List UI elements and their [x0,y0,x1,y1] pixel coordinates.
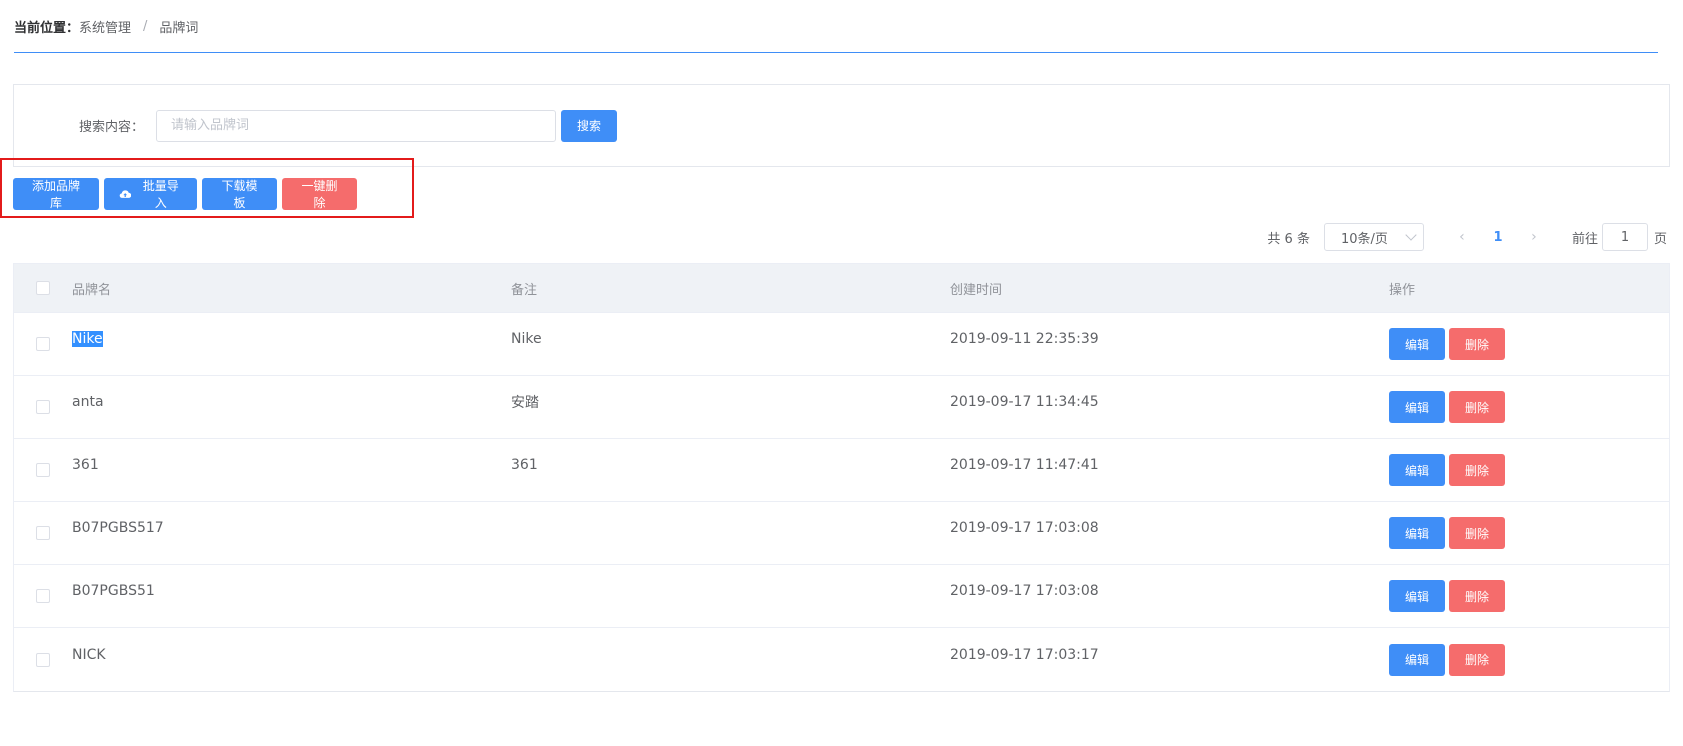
row-actions: 编辑 删除 [1389,517,1505,549]
header-created-time: 创建时间 [950,282,1003,298]
row-checkbox[interactable] [36,337,50,351]
row-checkbox[interactable] [36,400,50,414]
page-size-select[interactable]: 10条/页 [1323,223,1424,251]
created-time-cell: 2019-09-11 22:35:39 [950,331,1099,347]
delete-button[interactable]: 删除 [1449,454,1505,486]
page-number-1[interactable]: 1 [1478,223,1518,251]
created-time-cell: 2019-09-17 17:03:17 [950,646,1099,663]
prev-page-button[interactable]: ‹ [1446,223,1478,251]
edit-button[interactable]: 编辑 [1389,328,1445,360]
add-brand-button[interactable]: 添加品牌库 [13,178,99,210]
header-operations: 操作 [1389,282,1416,298]
page-size-value: 10条/页 [1340,231,1388,247]
search-label: 搜索内容： [78,120,144,135]
brand-name-cell: NICK [72,646,106,663]
delete-button[interactable]: 删除 [1449,643,1505,676]
header-brand-name: 品牌名 [72,282,112,298]
header-remark: 备注 [511,282,538,298]
breadcrumb-label: 当前位置： [14,20,80,36]
batch-import-label: 批量导入 [142,179,179,210]
row-actions: 编辑 删除 [1389,328,1505,360]
brand-name-cell: 361 [72,457,99,473]
remark-cell: 361 [511,457,538,473]
toolbar: 添加品牌库 批量导入 下载模板 一键删除 [13,178,357,210]
row-actions: 编辑 删除 [1389,391,1505,423]
delete-all-button[interactable]: 一键删除 [282,178,357,210]
brand-name-cell: Nike [72,331,103,347]
delete-button[interactable]: 删除 [1449,328,1505,360]
edit-button[interactable]: 编辑 [1389,580,1445,612]
pagination-total: 共 6 条 [1267,231,1310,247]
created-time-cell: 2019-09-17 17:03:08 [950,520,1099,536]
created-time-cell: 2019-09-17 11:47:41 [950,457,1099,473]
goto-suffix: 页 [1653,231,1667,247]
next-page-button[interactable]: › [1518,223,1550,251]
row-actions: 编辑 删除 [1389,454,1505,486]
cloud-upload-icon [119,190,132,198]
delete-button[interactable]: 删除 [1449,580,1505,612]
select-all-checkbox[interactable] [36,281,50,295]
breadcrumb: 当前位置： 系统管理 / 品牌词 [14,0,1658,53]
delete-button[interactable]: 删除 [1449,517,1505,549]
row-checkbox[interactable] [36,589,50,603]
row-actions: 编辑 删除 [1389,643,1505,676]
table-row: 361 361 2019-09-17 11:47:41 编辑 删除 [14,439,1669,502]
table-header: 品牌名 备注 创建时间 操作 [14,264,1669,313]
brand-name-cell: B07PGBS517 [72,520,164,536]
goto-label: 前往 [1571,231,1598,247]
row-checkbox[interactable] [36,652,50,667]
table-row: Nike Nike 2019-09-11 22:35:39 编辑 删除 [14,313,1669,376]
edit-button[interactable]: 编辑 [1389,517,1445,549]
table-row: anta 安踏 2019-09-17 11:34:45 编辑 删除 [14,376,1669,439]
search-input[interactable] [156,109,556,142]
edit-button[interactable]: 编辑 [1389,454,1445,486]
search-button[interactable]: 搜索 [561,109,617,142]
delete-button[interactable]: 删除 [1449,391,1505,423]
row-checkbox[interactable] [36,526,50,540]
remark-cell: 安踏 [511,395,539,411]
download-template-button[interactable]: 下载模板 [202,178,277,210]
edit-button[interactable]: 编辑 [1389,643,1445,676]
pagination: 共 6 条 10条/页 ‹ 1 › 前往 页 [1267,223,1667,251]
search-panel: 搜索内容： 搜索 [13,84,1670,167]
breadcrumb-item-brand-words: 品牌词 [159,20,199,36]
table-row: B07PGBS51 2019-09-17 17:03:08 编辑 删除 [14,565,1669,628]
breadcrumb-item-system[interactable]: 系统管理 [79,17,131,36]
table-row: B07PGBS517 2019-09-17 17:03:08 编辑 删除 [14,502,1669,565]
batch-import-button[interactable]: 批量导入 [104,178,197,210]
row-actions: 编辑 删除 [1389,580,1505,612]
brand-table: 品牌名 备注 创建时间 操作 Nike Nike 2019-09-11 22:3… [13,263,1670,692]
table-row: NICK 2019-09-17 17:03:17 编辑 删除 [14,628,1669,691]
created-time-cell: 2019-09-17 11:34:45 [950,394,1099,410]
edit-button[interactable]: 编辑 [1389,391,1445,423]
chevron-down-icon [1405,229,1417,241]
row-checkbox[interactable] [36,463,50,477]
brand-name-cell: anta [72,394,104,410]
brand-name-cell: B07PGBS51 [72,583,155,599]
created-time-cell: 2019-09-17 17:03:08 [950,583,1099,599]
goto-page-input[interactable] [1601,223,1648,251]
remark-cell: Nike [511,331,542,347]
breadcrumb-separator: / [143,18,148,34]
